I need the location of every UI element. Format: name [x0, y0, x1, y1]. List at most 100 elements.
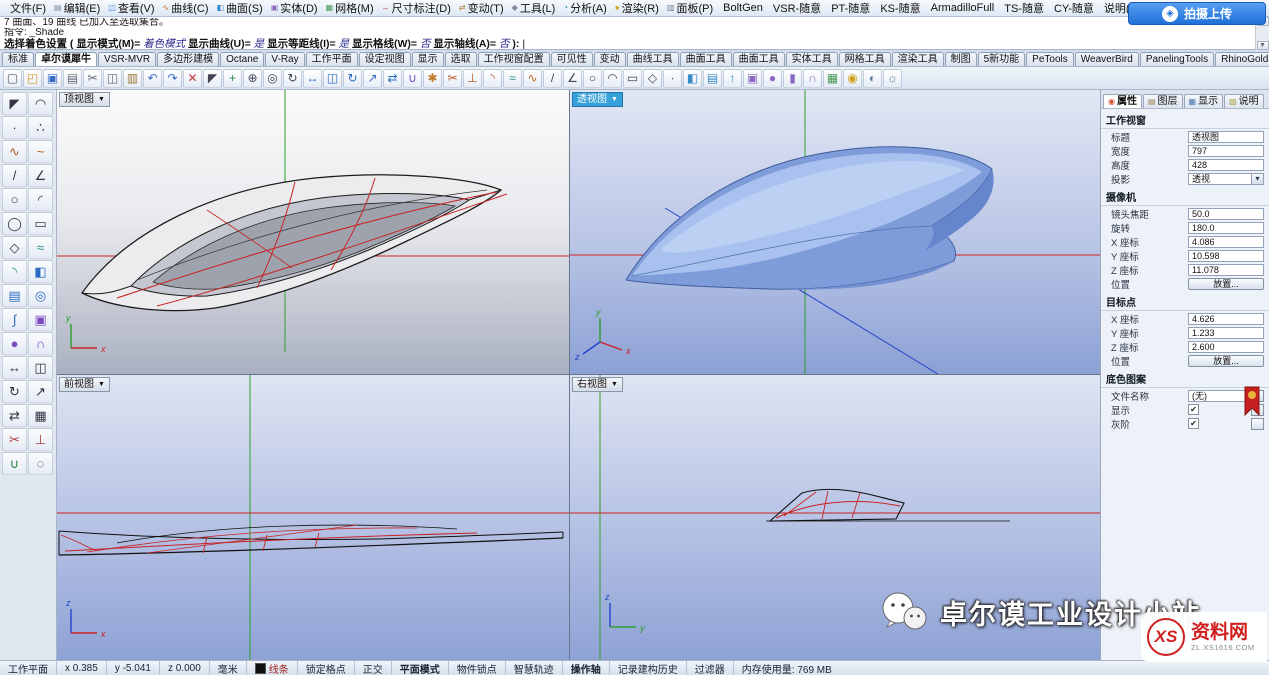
menu-item[interactable]: ●渲染(R) — [611, 0, 663, 17]
shaded-view-icon[interactable]: ◐ — [863, 69, 882, 88]
control-point-curve-icon[interactable]: ~ — [28, 140, 53, 163]
toolbar-group-tab[interactable]: 工作视窗配置 — [478, 52, 550, 66]
surface-icon[interactable]: ◧ — [28, 260, 53, 283]
toolbar-group-tab[interactable]: 曲线工具 — [627, 52, 679, 66]
menu-item[interactable]: ∿曲线(C) — [159, 0, 213, 17]
offset-curve-icon[interactable]: ≈ — [28, 236, 53, 259]
browse-file-button[interactable] — [1251, 418, 1264, 430]
toolbar-group-tab[interactable]: 曲面工具 — [680, 52, 732, 66]
line-icon[interactable]: / — [543, 69, 562, 88]
property-value[interactable]: 50.0 — [1188, 208, 1264, 220]
rectangle-icon[interactable]: ▭ — [28, 212, 53, 235]
menu-item[interactable]: ◆工具(L) — [508, 0, 560, 17]
status-bar-item[interactable]: y -5.041 — [107, 661, 160, 675]
property-value[interactable]: 4.086 — [1188, 236, 1264, 248]
property-value[interactable]: 放置... — [1188, 355, 1264, 367]
property-value[interactable]: 797 — [1188, 145, 1264, 157]
offset-icon[interactable]: ≈ — [503, 69, 522, 88]
toolbar-group-tab[interactable]: 实体工具 — [786, 52, 838, 66]
scale-icon[interactable]: ↗ — [363, 69, 382, 88]
chevron-down-icon[interactable]: ▼ — [611, 378, 618, 391]
menu-item[interactable]: TS-随意 — [998, 0, 1048, 17]
curve-icon[interactable]: ∿ — [523, 69, 542, 88]
sphere-icon[interactable]: ● — [2, 332, 27, 355]
rectangle-icon[interactable]: ▭ — [623, 69, 642, 88]
toolbar-group-tab[interactable]: PeTools — [1026, 52, 1074, 66]
toolbar-group-tab[interactable]: 设定视图 — [359, 52, 411, 66]
status-bar-item[interactable]: 工作平面 — [0, 661, 57, 675]
menu-item[interactable]: ▤编辑(E) — [50, 0, 104, 17]
rotate-icon[interactable]: ↻ — [343, 69, 362, 88]
status-bar-item[interactable]: 毫米 — [210, 661, 247, 675]
command-area[interactable]: 7 曲面、19 曲线 已加入至选取集合。 指令: _Shade 选择着色设置 (… — [0, 17, 1269, 50]
zoom-icon[interactable]: ⊕ — [243, 69, 262, 88]
viewport-top[interactable]: y x 顶视图 ▼ — [57, 90, 569, 374]
delete-icon[interactable]: ✕ — [183, 69, 202, 88]
circle-icon[interactable]: ○ — [583, 69, 602, 88]
upload-button[interactable]: ◈ 拍摄上传 — [1128, 2, 1266, 25]
viewport-front[interactable]: z x 前视图 ▼ — [57, 375, 569, 660]
menu-item[interactable]: ▥面板(P) — [663, 0, 717, 17]
move-icon[interactable]: ↔ — [303, 69, 322, 88]
toolbar-group-tab[interactable]: 工作平面 — [306, 52, 358, 66]
toolbar-group-tab[interactable]: 曲面工具 — [733, 52, 785, 66]
menu-item[interactable]: CY-随意 — [1048, 0, 1098, 17]
box-icon[interactable]: ▣ — [28, 308, 53, 331]
property-value[interactable]: 1.233 — [1188, 327, 1264, 339]
status-bar-item[interactable]: 过滤器 — [687, 661, 734, 675]
viewport-perspective[interactable]: y x z 透视图 ▼ — [570, 90, 1100, 374]
status-bar-item[interactable]: 正交 — [355, 661, 392, 675]
panel-tab[interactable]: ▤图层 — [1143, 94, 1183, 108]
property-value[interactable]: 10.598 — [1188, 250, 1264, 262]
toolbar-group-tab[interactable]: VSR-MVR — [98, 52, 156, 66]
menu-item[interactable]: 文件(F) — [4, 0, 50, 17]
split-icon[interactable]: ⊥ — [28, 428, 53, 451]
split-icon[interactable]: ⊥ — [463, 69, 482, 88]
rotate-view-icon[interactable]: ↻ — [283, 69, 302, 88]
revolve-icon[interactable]: ◎ — [28, 284, 53, 307]
panel-tab[interactable]: ▦显示 — [1184, 94, 1224, 108]
boolean-icon[interactable]: ∩ — [28, 332, 53, 355]
property-value[interactable]: 放置... — [1188, 278, 1264, 290]
viewport-tab-top[interactable]: 顶视图 ▼ — [59, 92, 110, 107]
menu-item[interactable]: ArmadilloFull — [925, 1, 999, 15]
arc-icon[interactable]: ◠ — [603, 69, 622, 88]
toolbar-group-tab[interactable]: 卓尔谟犀牛 — [35, 52, 97, 66]
scroll-down-icon[interactable]: ▼ — [1257, 41, 1269, 50]
point-icon[interactable]: ∙ — [2, 116, 27, 139]
render-icon[interactable]: ◉ — [843, 69, 862, 88]
select-brush-icon[interactable]: ◠ — [28, 92, 53, 115]
fillet-icon[interactable]: ◝ — [483, 69, 502, 88]
menu-item[interactable]: ◧曲面(S) — [213, 0, 267, 17]
toolbar-group-tab[interactable]: WeaverBird — [1075, 52, 1139, 66]
ellipse-icon[interactable]: ◯ — [2, 212, 27, 235]
point-icon[interactable]: ∙ — [663, 69, 682, 88]
loft-icon[interactable]: ▤ — [2, 284, 27, 307]
toolbar-group-tab[interactable]: V-Ray — [265, 52, 304, 66]
menu-item[interactable]: VSR-随意 — [767, 0, 825, 17]
options-icon[interactable]: ☼ — [883, 69, 902, 88]
surface-icon[interactable]: ◧ — [683, 69, 702, 88]
status-bar-item[interactable]: 锁定格点 — [298, 661, 355, 675]
undo-icon[interactable]: ↶ — [143, 69, 162, 88]
toolbar-group-tab[interactable]: 渲染工具 — [892, 52, 944, 66]
toolbar-group-tab[interactable]: 可见性 — [551, 52, 593, 66]
pan-view-icon[interactable]: + — [223, 69, 242, 88]
polygon-icon[interactable]: ◇ — [643, 69, 662, 88]
trim-icon[interactable]: ✂ — [443, 69, 462, 88]
status-bar-item[interactable]: 物件锁点 — [449, 661, 506, 675]
panel-tab[interactable]: ◉属性 — [1103, 94, 1142, 108]
scale-icon[interactable]: ↗ — [28, 380, 53, 403]
box-icon[interactable]: ▣ — [743, 69, 762, 88]
arc-icon[interactable]: ◜ — [28, 188, 53, 211]
redo-icon[interactable]: ↷ — [163, 69, 182, 88]
explode-icon[interactable]: ✱ — [423, 69, 442, 88]
viewport-right[interactable]: z y 右视图 ▼ — [570, 375, 1100, 660]
paste-icon[interactable]: ▥ — [123, 69, 142, 88]
property-value[interactable]: 180.0 — [1188, 222, 1264, 234]
property-value[interactable]: 透视 — [1188, 173, 1264, 185]
cut-icon[interactable]: ✂ — [83, 69, 102, 88]
polyline-icon[interactable]: ∠ — [563, 69, 582, 88]
toolbar-group-tab[interactable]: 5新功能 — [978, 52, 1026, 66]
status-bar-item[interactable]: 操作轴 — [563, 661, 610, 675]
